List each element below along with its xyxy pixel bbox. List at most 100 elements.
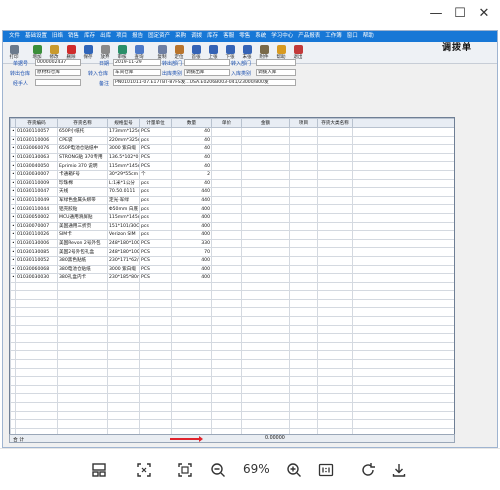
- table-cell[interactable]: [352, 264, 454, 275]
- table-cell[interactable]: 01030060068: [15, 264, 58, 275]
- table-cell[interactable]: [289, 376, 318, 386]
- table-cell[interactable]: [289, 359, 318, 369]
- table-cell[interactable]: [139, 316, 172, 326]
- table-cell[interactable]: [211, 316, 242, 326]
- table-cell[interactable]: PCS: [139, 247, 172, 257]
- table-cell[interactable]: [107, 393, 140, 403]
- table-cell[interactable]: [15, 341, 58, 352]
- table-cell[interactable]: [57, 298, 108, 309]
- table-cell[interactable]: [317, 187, 353, 197]
- table-cell[interactable]: 115mm*145mm: [107, 161, 140, 171]
- menu-item[interactable]: 客服: [223, 31, 234, 42]
- empty-row[interactable]: [10, 367, 454, 378]
- table-cell[interactable]: [289, 273, 318, 283]
- table-cell[interactable]: [139, 350, 172, 361]
- menu-item[interactable]: 窗口: [347, 31, 358, 42]
- table-cell[interactable]: PCS: [139, 264, 172, 275]
- empty-row[interactable]: [10, 384, 454, 395]
- table-cell[interactable]: [352, 204, 454, 214]
- empty-row[interactable]: [10, 410, 454, 421]
- table-cell[interactable]: [352, 307, 454, 318]
- table-cell[interactable]: [317, 307, 353, 318]
- table-cell[interactable]: [352, 384, 454, 395]
- table-cell[interactable]: [107, 290, 140, 300]
- table-cell[interactable]: [317, 221, 353, 232]
- table-cell[interactable]: [317, 402, 353, 412]
- table-cell[interactable]: [289, 419, 318, 429]
- table-cell[interactable]: [139, 419, 172, 429]
- table-cell[interactable]: pcs: [139, 178, 172, 189]
- table-cell[interactable]: [15, 324, 58, 335]
- table-cell[interactable]: pcs: [139, 230, 172, 240]
- table-cell[interactable]: [317, 393, 353, 403]
- actual-size-icon[interactable]: [315, 459, 337, 481]
- table-cell[interactable]: [171, 410, 212, 421]
- empty-row[interactable]: [10, 402, 454, 412]
- table-cell[interactable]: [139, 290, 172, 300]
- table-cell[interactable]: [211, 221, 242, 232]
- table-cell[interactable]: 40: [171, 178, 212, 189]
- table-cell[interactable]: 3000 紫白缎: [107, 264, 140, 275]
- menu-item[interactable]: 系统: [255, 31, 266, 42]
- table-cell[interactable]: [289, 221, 318, 232]
- table-cell[interactable]: [57, 307, 108, 318]
- table-cell[interactable]: [317, 212, 353, 223]
- table-cell[interactable]: [289, 144, 318, 154]
- table-cell[interactable]: [241, 221, 290, 232]
- table-cell[interactable]: [317, 290, 353, 300]
- table-cell[interactable]: [352, 144, 454, 154]
- table-cell[interactable]: [139, 359, 172, 369]
- table-cell[interactable]: [211, 255, 242, 266]
- table-cell[interactable]: pcs: [139, 212, 172, 223]
- menu-item[interactable]: 学习中心: [271, 31, 293, 42]
- download-icon[interactable]: [388, 459, 410, 481]
- table-cell[interactable]: [15, 367, 58, 378]
- toolbar-button[interactable]: 保存: [80, 43, 96, 63]
- table-cell[interactable]: [107, 367, 140, 378]
- table-cell[interactable]: [15, 359, 58, 369]
- table-cell[interactable]: PCS: [139, 144, 172, 154]
- note-field[interactable]: PN0101011-07.E17TBT-87FS发...USA.E0206B00…: [113, 79, 296, 86]
- empty-row[interactable]: [10, 393, 454, 403]
- out-warehouse-field[interactable]: 原材料仓库: [35, 69, 81, 76]
- table-cell[interactable]: [107, 350, 140, 361]
- table-cell[interactable]: [107, 376, 140, 386]
- table-cell[interactable]: [107, 359, 140, 369]
- table-cell[interactable]: [241, 384, 290, 395]
- table-cell[interactable]: PCS: [139, 238, 172, 249]
- table-cell[interactable]: 3000 紫白缎: [107, 144, 140, 154]
- table-cell[interactable]: 380礼盒内卡: [57, 273, 108, 283]
- table-cell[interactable]: [241, 273, 290, 283]
- table-cell[interactable]: [211, 324, 242, 335]
- menu-item[interactable]: 旧络: [52, 31, 63, 42]
- table-cell[interactable]: 军绿色金属头绑带: [57, 195, 108, 206]
- table-cell[interactable]: [139, 281, 172, 292]
- empty-row[interactable]: [10, 419, 454, 429]
- table-cell[interactable]: [352, 350, 454, 361]
- out-type-field[interactable]: 调拨出库: [184, 69, 230, 76]
- table-cell[interactable]: pcs: [139, 135, 172, 146]
- table-cell[interactable]: [352, 376, 454, 386]
- rotate-icon[interactable]: [357, 459, 379, 481]
- table-cell[interactable]: 01030130063: [15, 152, 58, 163]
- table-cell[interactable]: [211, 238, 242, 249]
- table-cell[interactable]: 天线: [57, 187, 108, 197]
- table-cell[interactable]: [317, 281, 353, 292]
- table-cell[interactable]: 650P小纸托: [57, 127, 108, 137]
- table-cell[interactable]: [57, 367, 108, 378]
- table-cell[interactable]: [171, 350, 212, 361]
- table-row[interactable]: • 01030030007 卡通箱F号 30*29*55cm 个 2: [10, 169, 454, 180]
- table-cell[interactable]: [171, 384, 212, 395]
- table-cell[interactable]: [211, 419, 242, 429]
- table-cell[interactable]: [211, 144, 242, 154]
- table-cell[interactable]: [241, 419, 290, 429]
- table-cell[interactable]: [241, 178, 290, 189]
- table-cell[interactable]: [241, 333, 290, 343]
- table-cell[interactable]: 70.50.0111: [107, 187, 140, 197]
- table-cell[interactable]: [107, 307, 140, 318]
- table-cell[interactable]: 01030110049: [15, 195, 58, 206]
- table-cell[interactable]: [57, 419, 108, 429]
- table-cell[interactable]: 01030040050: [15, 161, 58, 171]
- table-cell[interactable]: [352, 290, 454, 300]
- table-cell[interactable]: [289, 298, 318, 309]
